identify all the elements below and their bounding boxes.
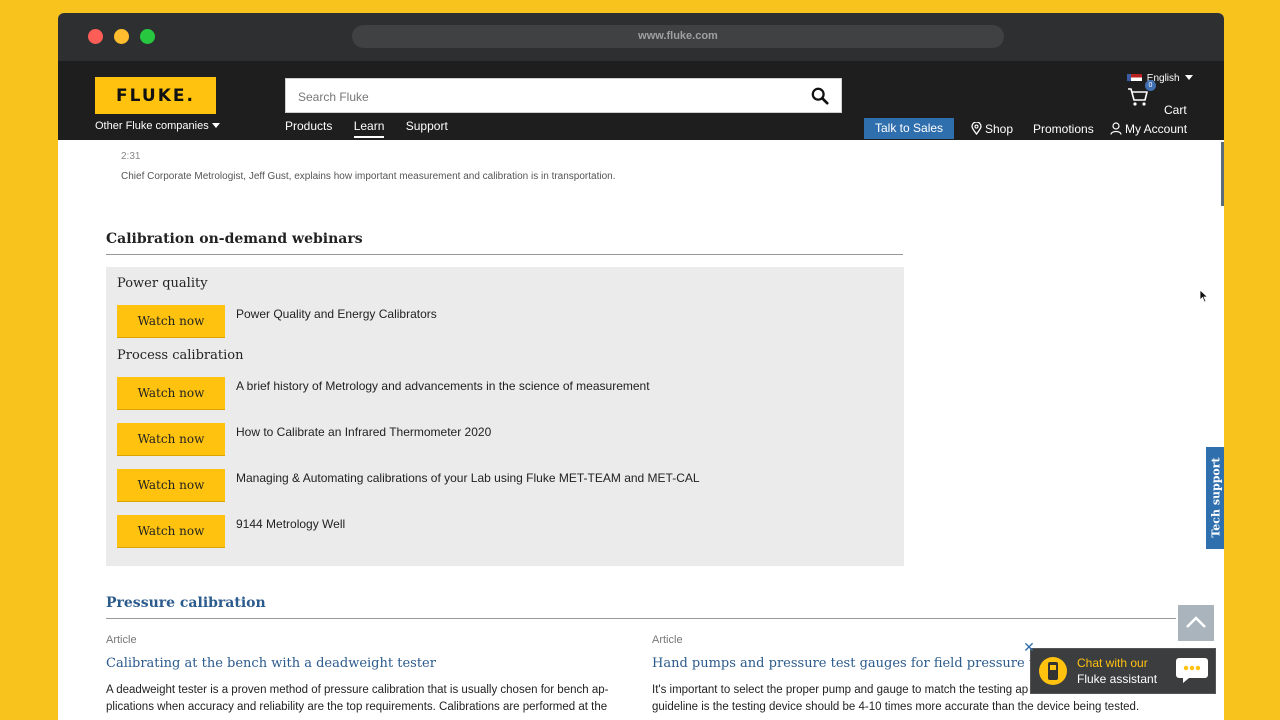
video-duration: 2:31: [121, 151, 141, 162]
article-link[interactable]: Calibrating at the bench with a deadweig…: [106, 656, 436, 671]
talk-to-sales-button[interactable]: Talk to Sales: [864, 118, 955, 139]
video-description: Chief Corporate Metrologist, Jeff Gust, …: [121, 171, 616, 182]
cart-count-badge: 0: [1145, 80, 1156, 91]
watch-now-button[interactable]: Watch now: [117, 469, 225, 502]
article-type: Article: [106, 634, 137, 646]
assistant-avatar-icon: [1039, 657, 1067, 685]
chat-widget[interactable]: Chat with our Fluke assistant: [1030, 648, 1216, 694]
webinars-heading: Calibration on-demand webinars: [106, 231, 903, 255]
chat-prompt-line2: Fluke assistant: [1077, 672, 1158, 686]
caret-down-icon: [211, 123, 220, 128]
main-content: 2:31 Chief Corporate Metrologist, Jeff G…: [95, 140, 1187, 720]
shop-link[interactable]: Shop: [971, 122, 1013, 136]
search-input[interactable]: [296, 79, 800, 114]
other-companies-label: Other Fluke companies: [95, 120, 209, 132]
mouse-cursor-icon: [1199, 289, 1209, 303]
shop-label: Shop: [985, 122, 1014, 136]
webinar-list: Power quality Watch now Power Quality an…: [106, 267, 904, 566]
search-icon[interactable]: [811, 87, 829, 105]
article-type: Article: [652, 634, 683, 646]
scrollbar-thumb[interactable]: [1221, 142, 1224, 206]
tech-support-label: Tech support: [1209, 457, 1223, 538]
pressure-calibration-heading: Pressure calibration: [106, 595, 1176, 619]
article-summary-line: A deadweight tester is a proven method o…: [106, 684, 609, 696]
nav-learn[interactable]: Learn: [353, 119, 385, 138]
other-companies-menu[interactable]: Other Fluke companies: [95, 120, 220, 132]
group-title-power-quality: Power quality: [117, 276, 208, 291]
maximize-window-button[interactable]: [140, 29, 155, 44]
webinar-title: A brief history of Metrology and advance…: [236, 379, 650, 393]
chevron-up-icon: [1186, 616, 1206, 628]
location-pin-icon: [971, 122, 982, 135]
language-selector[interactable]: English: [1127, 73, 1194, 84]
minimize-window-button[interactable]: [114, 29, 129, 44]
browser-titlebar: www.fluke.com: [58, 13, 1224, 61]
webinar-title: 9144 Metrology Well: [236, 517, 346, 531]
chat-close-icon[interactable]: ✕: [1021, 639, 1037, 655]
us-flag-icon: [1127, 74, 1142, 81]
site-header: FLUKE. Other Fluke companies Products Le…: [58, 61, 1224, 140]
article-summary: A deadweight tester is a proven method o…: [106, 682, 636, 716]
address-bar[interactable]: www.fluke.com: [352, 25, 1004, 48]
my-account-label: My Account: [1125, 122, 1188, 136]
webinar-title: Power Quality and Energy Calibrators: [236, 307, 437, 321]
promotions-link[interactable]: Promotions: [1033, 122, 1094, 136]
caret-down-icon: [1185, 75, 1194, 80]
main-nav: Products Learn Support: [285, 119, 466, 138]
close-window-button[interactable]: [88, 29, 103, 44]
scroll-to-top-button[interactable]: [1178, 605, 1214, 641]
nav-support[interactable]: Support: [406, 119, 448, 133]
watch-now-button[interactable]: Watch now: [117, 515, 225, 548]
fluke-logo[interactable]: FLUKE.: [95, 77, 216, 114]
webinar-title: Managing & Automating calibrations of yo…: [236, 471, 700, 485]
webinar-title: How to Calibrate an Infrared Thermometer…: [236, 425, 492, 439]
browser-window: www.fluke.com FLUKE. Other Fluke compani…: [58, 13, 1224, 720]
cart-link[interactable]: Cart: [1164, 103, 1187, 117]
watch-now-button[interactable]: Watch now: [117, 423, 225, 456]
user-icon: [1110, 122, 1122, 135]
watch-now-button[interactable]: Watch now: [117, 377, 225, 410]
tech-support-tab[interactable]: Tech support: [1206, 447, 1224, 549]
article-summary-line: guideline is the testing device should b…: [652, 701, 1140, 713]
article-summary-line: plications when accuracy and reliability…: [106, 701, 608, 713]
chat-prompt-line1: Chat with our: [1077, 656, 1148, 670]
my-account-link[interactable]: My Account: [1110, 122, 1187, 136]
nav-products[interactable]: Products: [285, 119, 332, 133]
search-box: [285, 78, 842, 114]
chat-bubble-icon: [1176, 658, 1208, 683]
watch-now-button[interactable]: Watch now: [117, 305, 225, 338]
group-title-process-calibration: Process calibration: [117, 348, 244, 363]
cart-icon[interactable]: [1127, 87, 1149, 107]
article-link[interactable]: Hand pumps and pressure test gauges for …: [652, 656, 1066, 671]
